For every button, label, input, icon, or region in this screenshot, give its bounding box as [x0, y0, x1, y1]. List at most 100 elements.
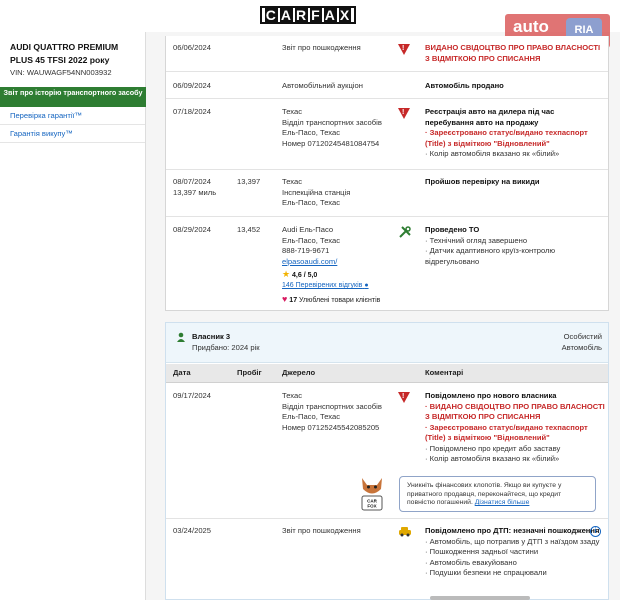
column-header-odometer: Пробіг — [237, 368, 262, 377]
record-date: 09/17/2024 — [173, 391, 212, 400]
record-source: Техас Відділ транспортних засобів Ель-Па… — [282, 107, 394, 149]
verified-icon: ● — [364, 282, 369, 289]
record-source: Звіт про пошкодження — [282, 43, 361, 52]
car-crash-icon — [398, 525, 412, 539]
comment-line: Реєстрація авто на дилера під час перебу… — [425, 107, 555, 127]
vin-number: VIN: WAUWAGF54NN003932 — [10, 68, 112, 77]
source-line: Відділ транспортних засобів — [282, 401, 382, 411]
favorites-text: Улюблені товари клієнтів — [299, 297, 381, 304]
sidebar-link-buyback-guarantee[interactable]: Гарантія викупу™ — [0, 125, 145, 143]
owner-type-line: Особистий — [563, 332, 602, 341]
column-header-source: Джерело — [282, 368, 316, 377]
source-line: Техас — [282, 107, 302, 116]
record-date: 08/07/2024 13,397 миль — [173, 177, 216, 198]
source-line: Відділ транспортних засобів — [282, 117, 382, 127]
logo-letter: C — [264, 7, 278, 23]
comment-line: ВИДАНО СВІДОЦТВО ПРО ПРАВО ВЛАСНОСТІ З В… — [425, 402, 605, 423]
owner-type-line: Автомобіль — [561, 342, 602, 352]
table-row: 06/06/2024 Звіт про пошкодження ВИДАНО С… — [166, 36, 608, 72]
source-line: Ель-Пасо, Техас — [282, 198, 340, 207]
favorites-number: 17 — [289, 297, 298, 304]
record-date: 03/24/2025 — [173, 526, 212, 535]
comment-line: Автомобіль, що потрапив у ДТП з наїздом … — [425, 537, 605, 548]
person-icon — [176, 332, 186, 342]
table-row: 08/07/2024 13,397 миль 13,397 Техас Інсп… — [166, 170, 608, 217]
record-odometer: 13,452 — [237, 225, 261, 234]
info-icon[interactable]: i — [590, 526, 601, 537]
tools-icon — [398, 225, 412, 239]
source-line: 888-719-9671 — [282, 246, 330, 255]
record-comment: ВИДАНО СВІДОЦТВО ПРО ПРАВО ВЛАСНОСТІ З В… — [425, 43, 601, 63]
warning-icon — [398, 108, 412, 122]
record-source: Audi Ель-Пасо Ель-Пасо, Техас 888-719-96… — [282, 225, 394, 267]
source-line: Номер 07125245542085205 — [282, 422, 380, 432]
comment-line: Автомобіль евакуйовано — [425, 558, 605, 569]
comment-line: Зареєстровано статус/видано техпаспорт (… — [425, 423, 605, 444]
record-comments: Проведено ТО Технічний огляд завершено Д… — [425, 225, 605, 267]
source-line: Audi Ель-Пасо — [282, 225, 334, 234]
table-row: 03/24/2025 Звіт про пошкодження Повідомл… — [166, 519, 608, 600]
dealer-website-link[interactable]: elpasoaudi.com/ — [282, 257, 394, 268]
warning-icon — [398, 44, 412, 58]
table-row: 06/09/2024 Автомобільний аукціон Автомоб… — [166, 72, 608, 99]
record-date: 06/06/2024 — [173, 43, 212, 52]
source-line: Техас — [282, 177, 302, 186]
record-date: 08/29/2024 — [173, 225, 212, 234]
carfox-mascot-icon: CAR FOX — [356, 474, 388, 514]
source-line: Номер 07120245481084754 — [282, 138, 380, 148]
reviews-text: 146 Перевірених відгуків — [282, 282, 363, 289]
comment-line: Подушки безпеки не спрацювали — [425, 568, 605, 579]
sidebar: AUDI QUATTRO PREMIUM PLUS 45 TFSI 2022 р… — [0, 32, 146, 600]
history-panel: 06/06/2024 Звіт про пошкодження ВИДАНО С… — [165, 36, 609, 311]
record-comments: Повідомлено про ДТП: незначні пошкодженн… — [425, 526, 605, 579]
comment-line: Технічний огляд завершено — [425, 236, 605, 247]
column-header-date: Дата — [173, 368, 191, 377]
record-source: Техас Інспекційна станція Ель-Пасо, Теха… — [282, 177, 394, 209]
record-source: Техас Відділ транспортних засобів Ель-Па… — [282, 391, 394, 433]
source-line: Ель-Пасо, Техас — [282, 128, 340, 137]
reviews-link[interactable]: 146 Перевірених відгуків ● — [282, 282, 369, 289]
logo-letter: A — [323, 7, 337, 23]
record-source: Автомобільний аукціон — [282, 81, 363, 90]
source-line: Ель-Пасо, Техас — [282, 412, 340, 421]
record-date: 06/09/2024 — [173, 81, 212, 90]
finance-tip-box: Уникніть фінансових клопотів. Якщо ви ку… — [399, 476, 596, 512]
comment-line: Пошкодження задньої частини — [425, 547, 605, 558]
favorites-count: ♥ 17 Улюблені товари клієнтів — [282, 294, 380, 304]
logo-letter: R — [295, 7, 309, 23]
star-icon: ★ — [282, 269, 291, 279]
carfax-logo[interactable]: CARFAX — [260, 6, 356, 24]
table-header: Дата Пробіг Джерело Коментарі — [166, 364, 608, 383]
comment-line: Датчик адаптивного круїз-контролю відрег… — [425, 246, 605, 267]
source-line: Інспекційна станція — [282, 187, 351, 197]
date-line: 08/07/2024 — [173, 177, 212, 186]
mileage-line: 13,397 миль — [173, 187, 217, 197]
history-report-button[interactable]: Звіт про історію транспортного засобу — [0, 87, 146, 107]
record-comments: Повідомлено про нового власника ВИДАНО С… — [425, 391, 605, 465]
record-comment: Автомобіль продано — [425, 81, 504, 90]
learn-more-link[interactable]: Дізнатися більше — [475, 499, 530, 506]
heart-icon: ♥ — [282, 294, 288, 304]
dealer-rating: ★ 4,6 / 5,0 — [282, 269, 317, 280]
logo-letter: X — [338, 7, 352, 23]
logo-letter: F — [310, 7, 322, 23]
sidebar-link-warranty-check[interactable]: Перевірка гарантії™ — [0, 107, 145, 125]
watermark-text: auto — [513, 17, 549, 36]
scrollbar-indicator[interactable] — [430, 596, 530, 600]
comment-line: Повідомлено про ДТП: незначні пошкодженн… — [425, 526, 600, 535]
source-line: Ель-Пасо, Техас — [282, 235, 340, 245]
table-row: 07/18/2024 Техас Відділ транспортних зас… — [166, 99, 608, 170]
owner-purchased: Придбано: 2024 рік — [192, 343, 260, 352]
column-header-comments: Коментарі — [425, 368, 464, 377]
logo-letter: A — [279, 7, 294, 23]
record-comment: Пройшов перевірку на викиди — [425, 177, 540, 186]
owner-type: Особистий Автомобіль — [546, 332, 602, 353]
rating-value: 4,6 / 5,0 — [292, 272, 318, 279]
comment-line: Проведено ТО — [425, 225, 480, 234]
table-row: 08/29/2024 13,452 Audi Ель-Пасо Ель-Пасо… — [166, 217, 608, 311]
comment-line: Колір автомобіля вказано як «білий» — [425, 149, 605, 160]
comment-line: Повідомлено про нового власника — [425, 391, 557, 400]
record-source: Звіт про пошкодження — [282, 526, 361, 535]
record-comments: Реєстрація авто на дилера під час перебу… — [425, 107, 605, 160]
owner-title: Власник 3 — [192, 332, 231, 341]
